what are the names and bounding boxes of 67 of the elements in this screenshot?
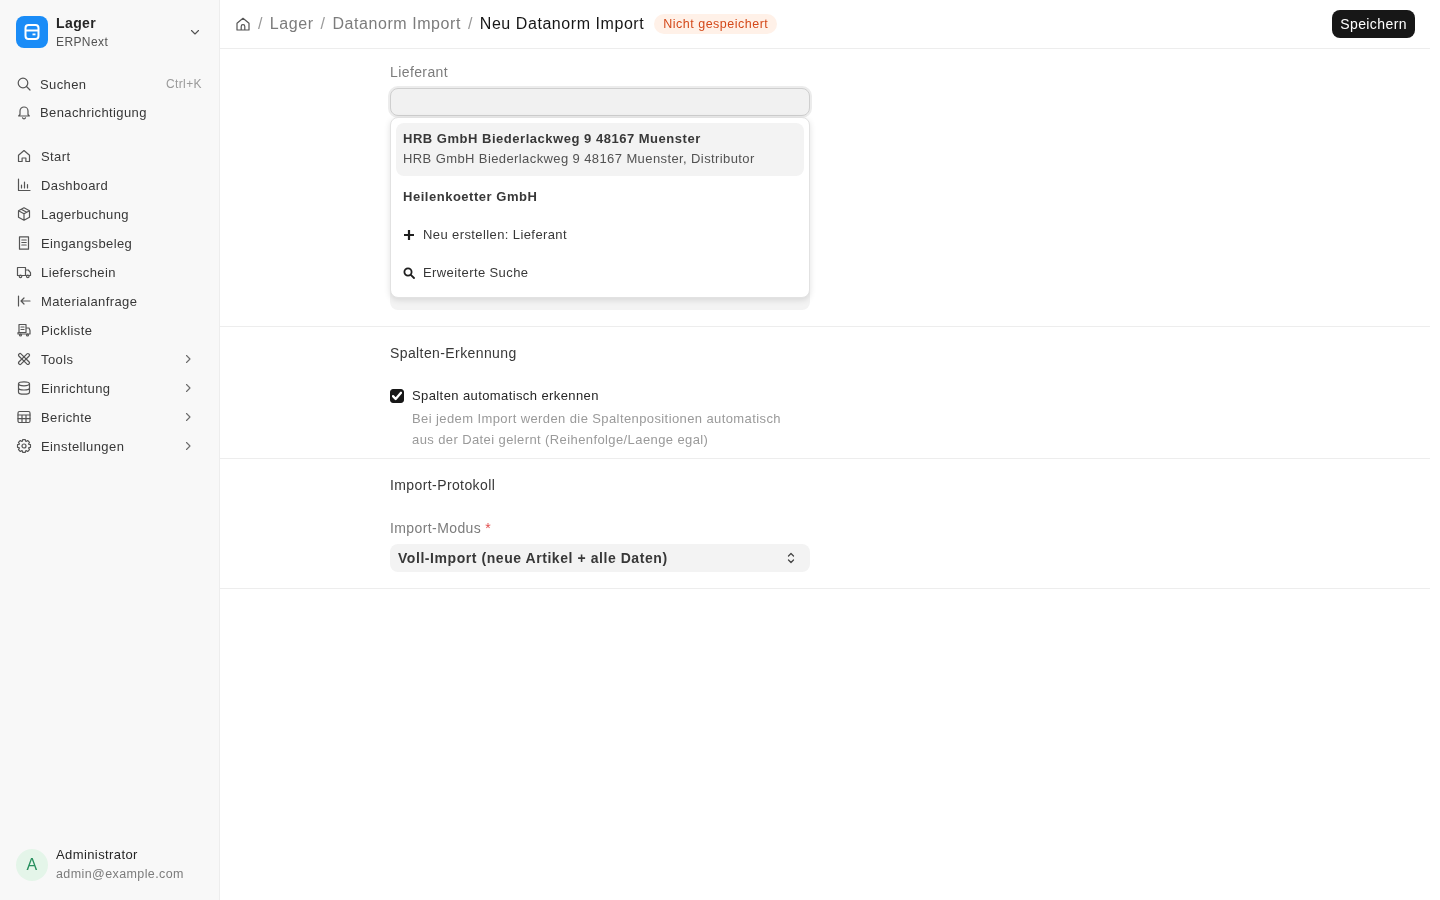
- notifications-button[interactable]: Benachrichtigung: [8, 98, 211, 126]
- sidebar-item[interactable]: Pickliste: [8, 316, 211, 344]
- bar-chart-icon: [16, 177, 32, 193]
- breadcrumb-separator: /: [320, 15, 326, 33]
- save-button[interactable]: Speichern: [1332, 10, 1415, 38]
- checkbox-label[interactable]: Spalten automatisch erkennen: [412, 388, 599, 404]
- section-title: Import-Protokoll: [390, 477, 497, 493]
- sidebar-item[interactable]: Einstellungen: [8, 432, 211, 460]
- sidebar-item[interactable]: Start: [8, 142, 211, 170]
- cart-icon: [16, 322, 32, 338]
- breadcrumb-link[interactable]: Datanorm Import: [332, 15, 461, 33]
- sidebar-item[interactable]: Berichte: [8, 403, 211, 431]
- dropdown-option[interactable]: HRB GmbH Biederlackweg 9 48167 Muenster HRB GmbH Biederlackweg 9 48167 Muenster, Distributor: [396, 123, 804, 176]
- app-logo-icon[interactable]: [16, 16, 48, 48]
- sidebar-item[interactable]: Lagerbuchung: [8, 200, 211, 228]
- breadcrumb-link[interactable]: Lager: [269, 15, 314, 33]
- option-title: HRB GmbH Biederlackweg 9 48167 Muenster: [403, 131, 702, 147]
- option-description: HRB GmbH Biederlackweg 9 48167 Muenster, Distributor: [403, 151, 756, 167]
- sidebar-item[interactable]: Einrichtung: [8, 374, 211, 402]
- checkbox[interactable]: [390, 389, 404, 403]
- sort-caret-icon: [786, 551, 796, 565]
- field-description: Bei jedem Import werden die Spaltenpositionen automatisch aus der Datei gelernt (Reihenfolge/Laenge egal): [412, 410, 782, 449]
- plus-icon: [403, 229, 415, 241]
- chevron-right-icon: [183, 441, 193, 451]
- option-title: Heilenkoetter GmbH: [403, 189, 539, 205]
- user-avatar[interactable]: A: [16, 848, 48, 881]
- user-name: Administrator: [56, 847, 139, 863]
- table-icon: [16, 409, 32, 425]
- search-icon: [403, 267, 415, 279]
- home-icon: [16, 148, 32, 164]
- status-badge: Nicht gespeichert: [654, 14, 778, 34]
- sidebar-item[interactable]: Dashboard: [8, 171, 211, 199]
- search-button[interactable]: Suchen: [8, 70, 166, 98]
- required-mark: *: [485, 520, 492, 536]
- gear-icon: [16, 438, 32, 454]
- sidebar-item[interactable]: Lieferschein: [8, 258, 211, 286]
- app-subtitle: ERPNext: [56, 34, 110, 50]
- checkmark-icon: [392, 391, 402, 401]
- advanced-search-option[interactable]: Erweiterte Suche: [396, 254, 804, 292]
- sidebar-item[interactable]: Tools: [8, 345, 211, 373]
- chevron-right-icon: [183, 383, 193, 393]
- keyboard-shortcut: Ctrl+K: [165, 77, 202, 91]
- chevron-right-icon: [183, 354, 193, 364]
- user-email: admin@example.com: [56, 866, 184, 882]
- truck-icon: [16, 264, 32, 280]
- receipt-icon: [16, 235, 32, 251]
- sidebar-item[interactable]: Eingangsbeleg: [8, 229, 211, 257]
- breadcrumb-separator: /: [258, 15, 263, 33]
- create-option[interactable]: Neu erstellen: Lieferant: [396, 216, 804, 254]
- home-icon[interactable]: [235, 16, 251, 32]
- tools-icon: [16, 351, 32, 367]
- supplier-input-field[interactable]: [390, 88, 810, 116]
- sidebar-item[interactable]: Materialanfrage: [8, 287, 211, 315]
- cube-icon: [16, 206, 32, 222]
- bell-icon: [16, 104, 32, 120]
- section-title: Spalten-Erkennung: [390, 345, 518, 361]
- arrow-left-icon: [16, 293, 32, 309]
- breadcrumb-separator: /: [467, 15, 473, 33]
- chevron-right-icon: [183, 412, 193, 422]
- dropdown-option[interactable]: Heilenkoetter GmbH: [396, 178, 804, 216]
- app-title: Lager: [56, 14, 98, 32]
- page-title: Neu Datanorm Import: [479, 15, 645, 33]
- database-icon: [16, 380, 32, 396]
- field-label: Lieferant: [390, 64, 449, 80]
- select-field[interactable]: Voll-Import (neue Artikel + alle Daten): [390, 544, 810, 572]
- field-label: Import-Modus: [390, 520, 482, 536]
- search-icon: [16, 76, 32, 92]
